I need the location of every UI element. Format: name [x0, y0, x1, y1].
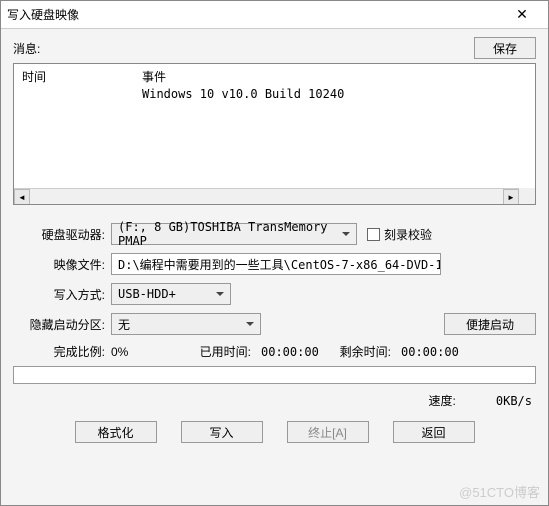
write-mode-label: 写入方式:	[13, 286, 111, 303]
verify-checkbox[interactable]: 刻录校验	[367, 226, 432, 243]
checkbox-icon	[367, 228, 380, 241]
log-time-cell	[22, 87, 142, 101]
drive-row: 硬盘驱动器: (F:, 8 GB)TOSHIBA TransMemory PMA…	[13, 223, 536, 245]
verify-label: 刻录校验	[384, 226, 432, 243]
form-area: 硬盘驱动器: (F:, 8 GB)TOSHIBA TransMemory PMA…	[13, 223, 536, 443]
log-row: Windows 10 v10.0 Build 10240	[22, 87, 527, 101]
dialog-window: 写入硬盘映像 ✕ 消息: 保存 时间 事件 Windows 10 v10.0 B…	[0, 0, 549, 506]
abort-button[interactable]: 终止[A]	[287, 421, 369, 443]
log-event-cell: Windows 10 v10.0 Build 10240	[142, 87, 344, 101]
log-header: 时间 事件	[22, 68, 527, 85]
log-col-time: 时间	[22, 68, 142, 85]
elapsed-label: 已用时间:	[181, 343, 251, 360]
scroll-track[interactable]	[30, 189, 503, 204]
drive-select[interactable]: (F:, 8 GB)TOSHIBA TransMemory PMAP	[111, 223, 357, 245]
write-button[interactable]: 写入	[181, 421, 263, 443]
image-file-value: D:\编程中需要用到的一些工具\CentOS-7-x86_64-DVD-1511…	[118, 256, 441, 273]
message-row: 消息: 保存	[13, 37, 536, 59]
log-col-event: 事件	[142, 68, 166, 85]
speed-row: 速度: 0KB/s	[13, 392, 536, 409]
image-row: 映像文件: D:\编程中需要用到的一些工具\CentOS-7-x86_64-DV…	[13, 253, 536, 275]
hide-partition-row: 隐藏启动分区: 无 便捷启动	[13, 313, 536, 335]
content-area: 消息: 保存 时间 事件 Windows 10 v10.0 Build 1024…	[1, 29, 548, 451]
progress-bar	[13, 366, 536, 384]
stats-row: 完成比例: 0% 已用时间: 00:00:00 剩余时间: 00:00:00	[13, 343, 536, 360]
close-icon: ✕	[516, 6, 528, 23]
save-button[interactable]: 保存	[474, 37, 536, 59]
remain-value: 00:00:00	[391, 345, 459, 359]
image-label: 映像文件:	[13, 256, 111, 273]
convenient-boot-button[interactable]: 便捷启动	[444, 313, 536, 335]
remain-label: 剩余时间:	[321, 343, 391, 360]
elapsed-value: 00:00:00	[251, 345, 321, 359]
speed-label: 速度:	[429, 392, 456, 409]
message-label: 消息:	[13, 40, 474, 57]
done-label: 完成比例:	[13, 343, 111, 360]
log-content: 时间 事件 Windows 10 v10.0 Build 10240	[14, 64, 535, 107]
scroll-corner	[519, 188, 535, 204]
drive-value: (F:, 8 GB)TOSHIBA TransMemory PMAP	[118, 220, 338, 248]
back-button[interactable]: 返回	[393, 421, 475, 443]
log-box: 时间 事件 Windows 10 v10.0 Build 10240 ◄ ►	[13, 63, 536, 205]
speed-value: 0KB/s	[496, 394, 532, 408]
scroll-right-icon[interactable]: ►	[503, 189, 519, 205]
hide-partition-value: 无	[118, 316, 130, 333]
format-button[interactable]: 格式化	[75, 421, 157, 443]
titlebar: 写入硬盘映像 ✕	[1, 1, 548, 29]
watermark: @51CTO博客	[459, 482, 540, 501]
hide-partition-select[interactable]: 无	[111, 313, 261, 335]
hide-partition-label: 隐藏启动分区:	[13, 316, 111, 333]
scroll-left-icon[interactable]: ◄	[14, 189, 30, 205]
window-title: 写入硬盘映像	[7, 6, 502, 23]
done-value: 0%	[111, 345, 181, 359]
horizontal-scrollbar[interactable]: ◄ ►	[14, 188, 519, 204]
button-row: 格式化 写入 终止[A] 返回	[13, 421, 536, 443]
write-mode-select[interactable]: USB-HDD+	[111, 283, 231, 305]
write-mode-row: 写入方式: USB-HDD+	[13, 283, 536, 305]
image-file-field[interactable]: D:\编程中需要用到的一些工具\CentOS-7-x86_64-DVD-1511…	[111, 253, 441, 275]
drive-label: 硬盘驱动器:	[13, 226, 111, 243]
close-button[interactable]: ✕	[502, 1, 542, 29]
write-mode-value: USB-HDD+	[118, 287, 176, 301]
